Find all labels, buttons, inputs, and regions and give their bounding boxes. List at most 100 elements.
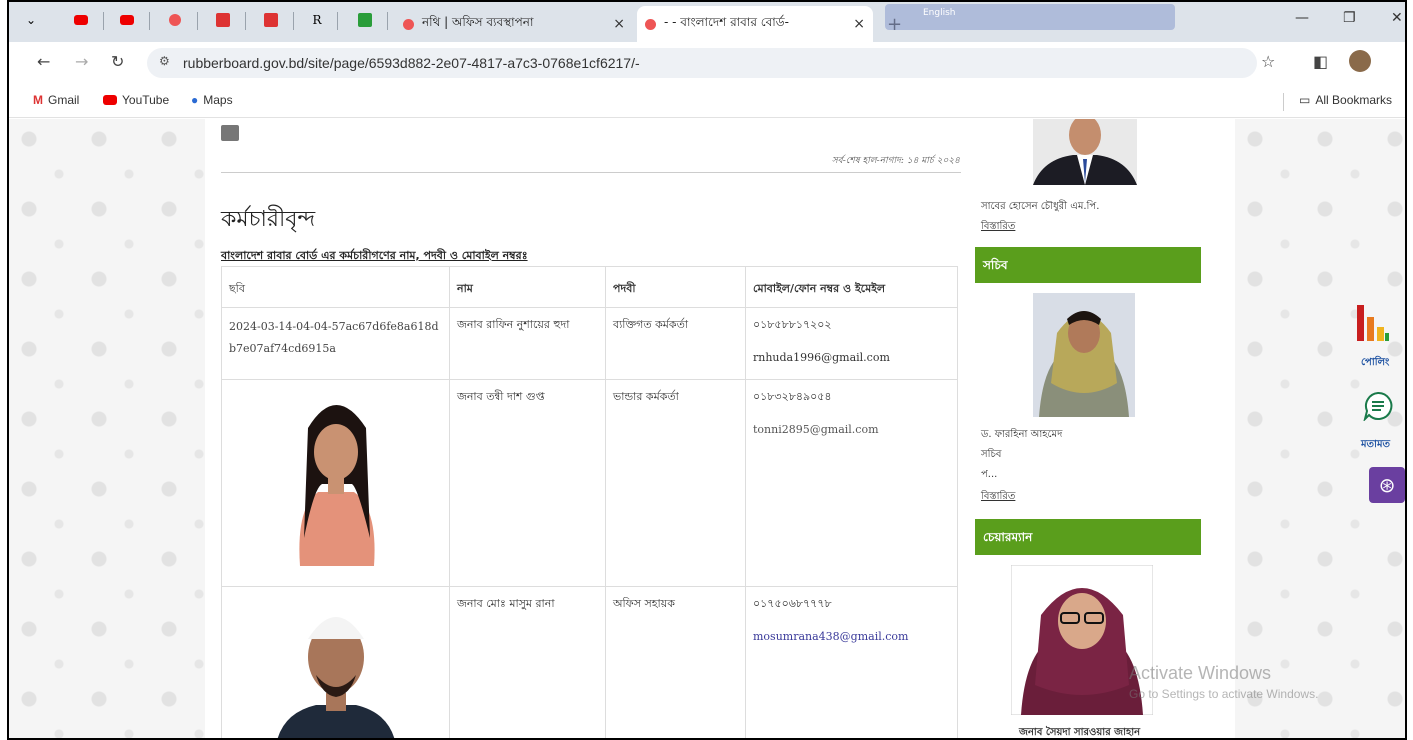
minimize-icon[interactable]: — [1295,10,1309,26]
gmail-icon: M [33,93,43,107]
page-viewport: সর্ব-শেষ হাল-নাগাদ: ১৪ মার্চ ২০২৪ কর্মচা… [9,119,1405,738]
activate-windows-subtitle: Go to Settings to activate Windows. [1129,687,1319,701]
decorative-pattern-right [1235,119,1405,738]
secretary-photo [1033,293,1135,417]
youtube-icon [103,95,117,105]
maps-pin-icon: ● [191,93,199,107]
green-tab-icon[interactable] [355,10,375,30]
name-cell: জনাব মোঃ মাসুম রানা [449,586,606,738]
youtube-tab-icon[interactable] [71,10,91,30]
header-designation: পদবী [605,266,746,308]
bookmark-youtube[interactable]: YouTube [103,93,169,107]
phone-number: ০১৮৫৮৮১৭২০২ [753,318,832,331]
tab-title: নথি | অফিস ব্যবস্থাপনা [422,15,534,29]
bookmark-gmail[interactable]: M Gmail [33,93,79,107]
chairman-name: জনাব সৈয়দা সারওয়ার জাহান [1019,727,1141,738]
side-panel-icon[interactable]: ◧ [1313,52,1328,71]
poll-label[interactable]: পোলিং [1361,355,1389,372]
photo-cell [221,586,450,738]
phone-number: ০১৭৫০৬৮৭৭৭৮ [753,597,832,610]
secretary-extra: প... [981,469,998,480]
contact-cell: ০১৭৫০৬৮৭৭৭৮ mosumrana438@gmail.com [745,586,958,738]
site-favicon-icon [403,18,414,30]
name-cell: জনাব রাফিন নুশায়ের হুদা [449,307,606,380]
address-bar[interactable]: ⚙ rubberboard.gov.bd/site/page/6593d882-… [147,48,1257,78]
feedback-label[interactable]: মতামত [1361,437,1390,454]
forward-icon[interactable]: → [75,52,88,71]
browser-window: ⌄ R নথি | অফিস ব্যবস্থাপনা × - - বাংলাদে… [7,0,1407,740]
close-icon[interactable]: × [613,16,625,32]
bookmark-star-icon[interactable]: ☆ [1261,52,1275,71]
minister-more-link[interactable]: বিস্তারিত [981,219,1015,236]
reload-icon[interactable]: ↻ [111,52,124,71]
tab-title: - - বাংলাদেশ রাবার বোর্ড- [664,15,789,29]
language-toolbar[interactable]: English [885,4,1175,30]
contact-cell: ০১৮৫৮৮১৭২০২ rnhuda1996@gmail.com [745,307,958,380]
site-tab-icon[interactable] [165,10,185,30]
maps-pin-tab-icon[interactable] [261,10,281,30]
table-row: জনাব মোঃ মাসুম রানা অফিস সহায়ক ০১৭৫০৬৮৭… [221,586,958,738]
minister-name: সাবের হোসেন চৌধুরী এম.পি. [981,201,1100,212]
back-icon[interactable]: ← [37,52,50,71]
header-photo: ছবি [221,266,450,308]
sidebar: সাবের হোসেন চৌধুরী এম.পি. বিস্তারিত সচিব… [975,119,1205,738]
folder-icon: ▭ [1299,93,1311,107]
table-row: জনাব তন্বী দাশ গুপ্ত ভান্ডার কর্মকর্তা ০… [221,379,958,587]
secretary-more-link[interactable]: বিস্তারিত [981,489,1015,506]
page-title: কর্মচারীবৃন্দ [221,207,316,232]
minister-photo [1033,119,1137,185]
staff-table: ছবি নাম পদবী মোবাইল/ফোন নম্বর ও ইমেইল 20… [221,266,958,738]
designation-cell: ব্যক্তিগত কর্মকর্তা [605,307,746,380]
tab-nothi[interactable]: নথি | অফিস ব্যবস্থাপনা × [395,6,633,42]
secretary-role: সচিব [981,449,1002,460]
address-bar-row: ← → ↻ ⚙ rubberboard.gov.bd/site/page/659… [9,42,1405,84]
email-address[interactable]: mosumrana438@gmail.com [753,630,950,643]
broken-image-alt: 2024-03-14-04-04-57ac67d6fe8a618db7e07af… [229,320,439,355]
language-label: English [923,8,956,18]
tab-search-icon[interactable]: ⌄ [21,10,41,30]
table-header-row: ছবি নাম পদবী মোবাইল/ফোন নম্বর ও ইমেইল [221,266,958,308]
bookmark-label: Maps [203,93,233,107]
bookmark-label: YouTube [122,93,170,107]
site-favicon-icon [645,18,656,30]
close-window-icon[interactable]: ✕ [1391,10,1403,26]
name-cell: জনাব তন্বী দাশ গুপ্ত [449,379,606,587]
poll-chart-icon[interactable] [1355,305,1389,341]
accessibility-icon[interactable]: ⊛ [1369,467,1405,503]
r-tab-icon[interactable]: R [307,10,327,30]
email-address[interactable]: rnhuda1996@gmail.com [753,351,950,364]
phone-number: ০১৮৩২৮৪৯০৫৪ [753,390,832,403]
chairman-heading: চেয়ারম্যান [975,519,1201,555]
activate-windows-title: Activate Windows [1129,663,1272,683]
designation-cell: ভান্ডার কর্মকর্তা [605,379,746,587]
designation-cell: অফিস সহায়ক [605,586,746,738]
url-text[interactable]: rubberboard.gov.bd/site/page/6593d882-2e… [183,55,640,71]
restore-icon[interactable]: ❐ [1343,10,1356,26]
profile-avatar[interactable] [1349,50,1371,76]
all-bookmarks[interactable]: ▭ All Bookmarks [1299,93,1392,107]
maps-pin-tab-icon[interactable] [213,10,233,30]
photo-cell [221,379,450,587]
youtube-tab-icon[interactable] [117,10,137,30]
secretary-heading: সচিব [975,247,1201,283]
last-updated: সর্ব-শেষ হাল-নাগাদ: ১৪ মার্চ ২০২৪ [831,156,960,166]
divider [221,172,961,173]
header-name: নাম [449,266,606,308]
page-content: সর্ব-শেষ হাল-নাগাদ: ১৪ মার্চ ২০২৪ কর্মচা… [205,119,1235,738]
email-address[interactable]: tonni2895@gmail.com [753,423,950,436]
bookmark-maps[interactable]: ● Maps [191,93,233,107]
bookmark-label: All Bookmarks [1315,93,1393,107]
contact-cell: ০১৮৩২৮৪৯০৫৪ tonni2895@gmail.com [745,379,958,587]
staff-photo [265,595,406,738]
tab-rubberboard[interactable]: - - বাংলাদেশ রাবার বোর্ড- × [637,6,873,42]
close-icon[interactable]: × [853,16,865,32]
feedback-chat-icon[interactable] [1363,391,1393,421]
secretary-name: ড. ফারহিনা আহমেদ [981,429,1063,440]
page-subtitle: বাংলাদেশ রাবার বোর্ড এর কর্মচারীগণের নাম… [221,249,528,262]
table-row: 2024-03-14-04-04-57ac67d6fe8a618db7e07af… [221,307,958,380]
staff-photo [277,388,394,566]
site-info-icon[interactable]: ⚙ [159,54,170,68]
header-contact: মোবাইল/ফোন নম্বর ও ইমেইল [745,266,958,308]
print-icon[interactable] [221,125,239,141]
bookmark-label: Gmail [48,93,80,107]
